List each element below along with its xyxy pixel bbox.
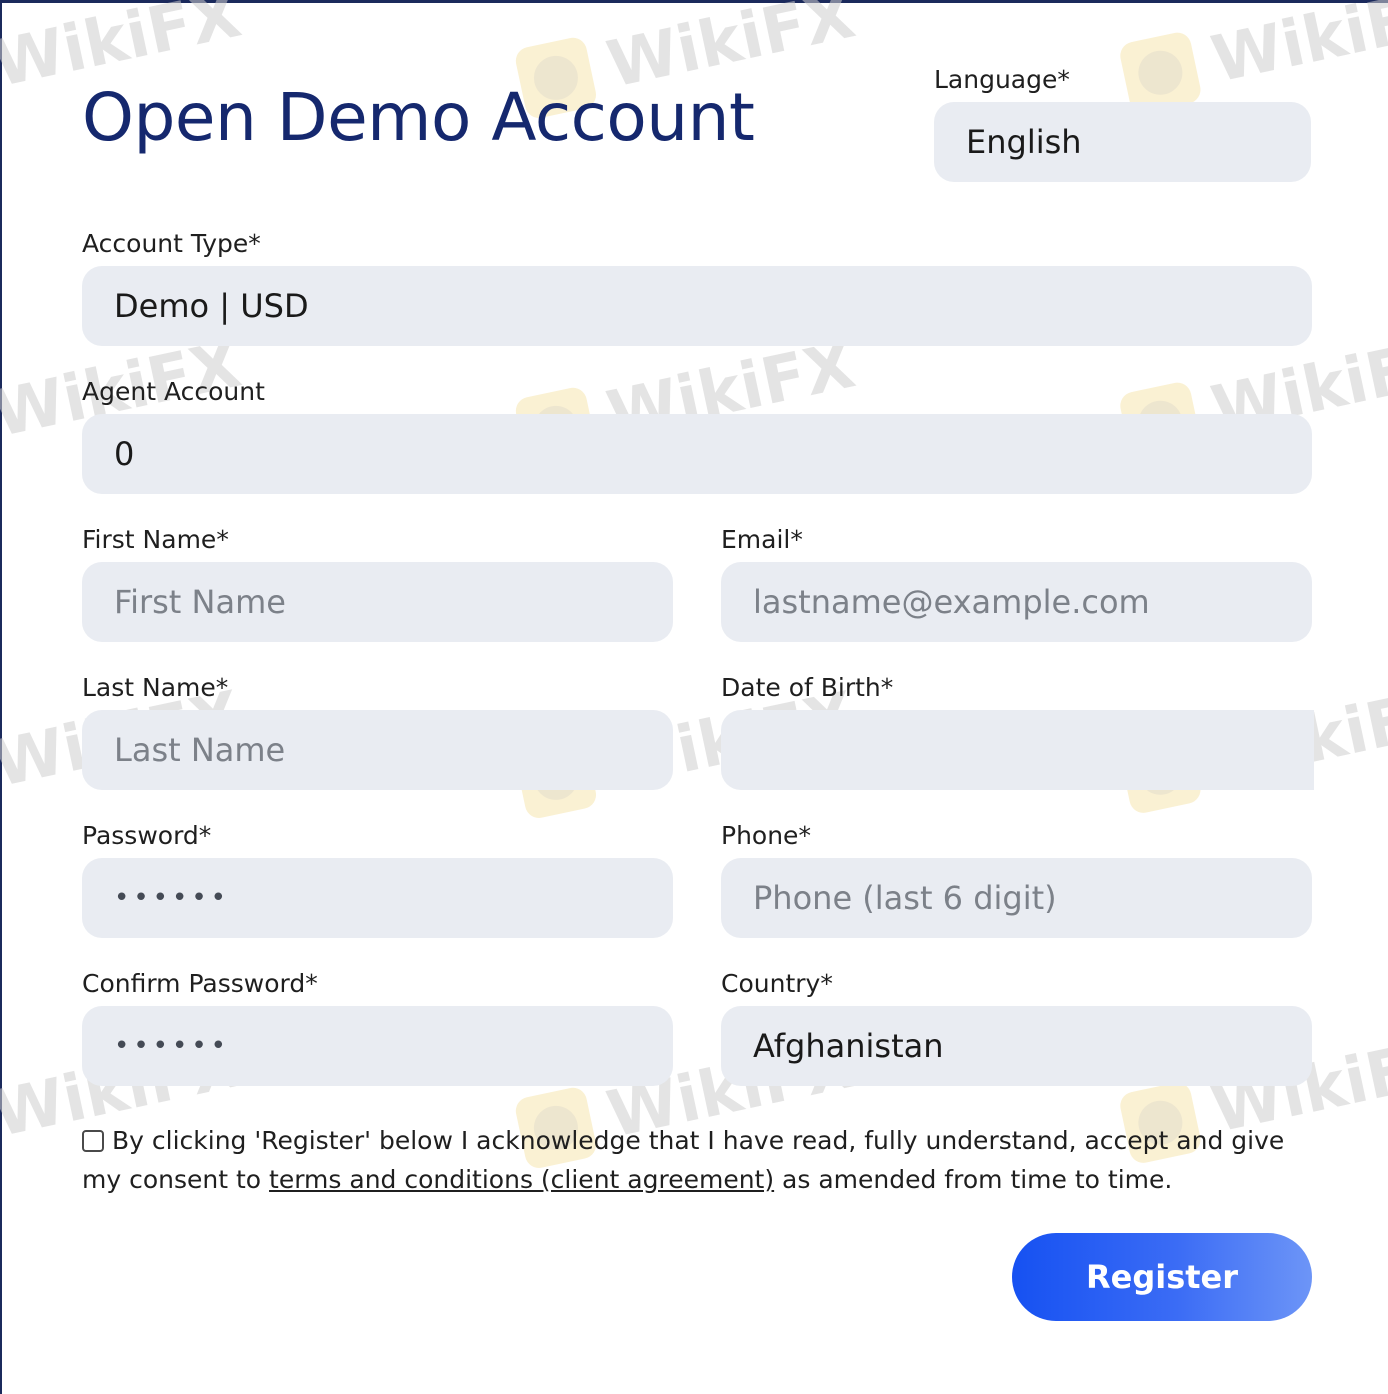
watermark-logo: WikiF bbox=[1117, 0, 1388, 116]
phone-label: Phone* bbox=[721, 821, 811, 850]
password-label: Password* bbox=[82, 821, 212, 850]
terms-link[interactable]: terms and conditions (client agreement) bbox=[269, 1165, 774, 1194]
first-name-label: First Name* bbox=[82, 525, 229, 554]
account-type-label: Account Type* bbox=[82, 229, 261, 258]
password-input[interactable]: •••••• bbox=[82, 858, 673, 938]
consent-text-after: as amended from time to time. bbox=[774, 1165, 1173, 1194]
agent-account-label: Agent Account bbox=[82, 377, 265, 406]
country-select[interactable]: Afghanistan bbox=[721, 1006, 1312, 1086]
country-label: Country* bbox=[721, 969, 833, 998]
date-of-birth-input[interactable] bbox=[721, 710, 1314, 790]
form-container: WikiFX WikiFX WikiF WikiFX WikiFX WikiF … bbox=[0, 0, 1388, 1394]
register-button[interactable]: Register bbox=[1012, 1233, 1312, 1321]
first-name-input[interactable]: First Name bbox=[82, 562, 673, 642]
consent-checkbox[interactable] bbox=[82, 1130, 104, 1152]
email-input[interactable]: lastname@example.com bbox=[721, 562, 1312, 642]
phone-input[interactable]: Phone (last 6 digit) bbox=[721, 858, 1312, 938]
last-name-label: Last Name* bbox=[82, 673, 229, 702]
date-of-birth-label: Date of Birth* bbox=[721, 673, 894, 702]
language-select[interactable]: English bbox=[934, 102, 1311, 182]
confirm-password-label: Confirm Password* bbox=[82, 969, 318, 998]
confirm-password-input[interactable]: •••••• bbox=[82, 1006, 673, 1086]
page-title: Open Demo Account bbox=[82, 79, 755, 156]
watermark-wordmark: WikiF bbox=[1205, 0, 1388, 98]
language-label: Language* bbox=[934, 65, 1070, 94]
consent-text: By clicking 'Register' below I acknowled… bbox=[82, 1121, 1312, 1199]
agent-account-input[interactable]: 0 bbox=[82, 414, 1312, 494]
account-type-select[interactable]: Demo | USD bbox=[82, 266, 1312, 346]
email-label: Email* bbox=[721, 525, 803, 554]
last-name-input[interactable]: Last Name bbox=[82, 710, 673, 790]
